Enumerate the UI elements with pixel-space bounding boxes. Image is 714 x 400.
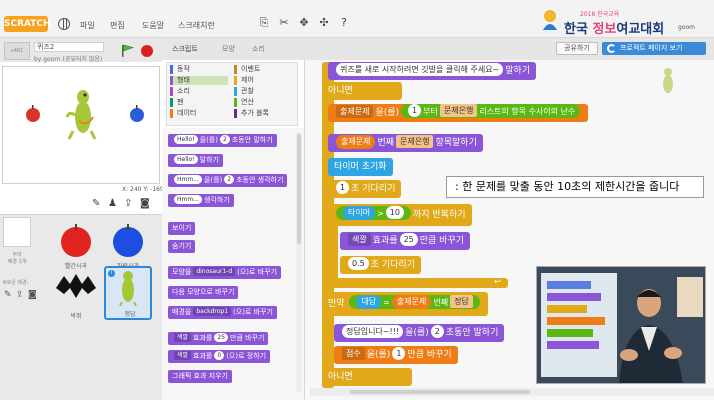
help-icon[interactable]: ? <box>338 17 350 29</box>
grow-icon[interactable]: ✥ <box>298 17 310 29</box>
version-box: v461 <box>4 42 30 60</box>
category-operators[interactable]: 연산 <box>234 98 254 107</box>
category-sound[interactable]: 소리 <box>170 87 190 96</box>
category-more-blocks[interactable]: 추가 블록 <box>234 109 269 118</box>
category-motion[interactable]: 동작 <box>170 65 190 74</box>
bat-icon <box>56 274 96 298</box>
repeat-until-block[interactable]: 타이머 >10 까지 반복하기 <box>328 204 472 226</box>
block-palette: Hello! 을(를) 2 초동안 말하기 Hello! 말하기 Hmm... 을(를) 2… <box>162 128 304 400</box>
palette-block-show[interactable]: 보이기 <box>168 222 196 235</box>
paint-sprite-icon[interactable]: ✎ <box>92 198 100 209</box>
palette-block-clear-effects[interactable]: 그래픽 효과 지우기 <box>168 370 232 383</box>
upload-sprite-icon[interactable]: ⇪ <box>124 198 132 209</box>
project-title-input[interactable]: 퀴즈2 <box>34 42 104 52</box>
category-pen[interactable]: 펜 <box>170 98 183 107</box>
banner-title: 한국 정보여교대회 <box>564 22 665 37</box>
change-score-block[interactable]: 점수 을(를) 1 만큼 바꾸기 <box>334 346 458 364</box>
see-project-page-button[interactable]: 프로젝트 페이지 보기 <box>602 42 706 55</box>
stage-thumbnail[interactable] <box>3 217 31 247</box>
palette-block-hide[interactable]: 숨기기 <box>168 240 196 253</box>
else-label-bottom: 아니면 <box>322 368 412 386</box>
mouse-coordinates: X: 240 Y: -169 <box>122 186 164 193</box>
scratch-logo[interactable]: SCRATCH <box>4 16 51 32</box>
tab-sounds[interactable]: 소리 <box>252 44 265 54</box>
duplicate-icon[interactable]: ⎘ <box>258 17 270 29</box>
upload-backdrop-icon[interactable]: ⇪ <box>16 290 24 300</box>
category-data[interactable]: 데이터 <box>170 109 196 118</box>
category-control[interactable]: 제어 <box>234 76 254 85</box>
repeat-until-foot <box>328 278 508 288</box>
green-flag-icon[interactable] <box>120 44 134 58</box>
share-button[interactable]: 공유하기 <box>556 42 598 55</box>
else-label: 아니면 <box>322 82 402 100</box>
palette-scrollbar[interactable] <box>296 132 302 392</box>
red-apple-icon <box>61 224 91 257</box>
palette-block-switch-backdrop[interactable]: 배경을 backdrop1 (으)로 바꾸기 <box>168 306 277 319</box>
shrink-icon[interactable]: ✣ <box>318 17 330 29</box>
sprite-tile-answer[interactable]: i 정답 <box>104 266 152 320</box>
script-scroll-thumb[interactable] <box>350 390 530 394</box>
palette-block-say-for-secs[interactable]: Hello! 을(를) 2 초동안 말하기 <box>168 134 277 147</box>
menu-edit[interactable]: 편집 <box>110 20 125 31</box>
sprite-name: 정답 <box>124 311 136 318</box>
palette-scroll-thumb[interactable] <box>297 134 301 244</box>
sprite-tile-bat[interactable]: 박쥐 <box>52 268 100 320</box>
reset-timer-block[interactable]: 타이머 초기화 <box>328 158 393 176</box>
stop-sign-icon[interactable] <box>141 45 153 57</box>
script-area-scrollbar[interactable] <box>310 388 714 396</box>
sprite-name: 박쥐 <box>70 313 82 320</box>
stage-scene <box>26 90 144 140</box>
palette-block-say[interactable]: Hello! 말하기 <box>168 154 223 167</box>
palette-block-think[interactable]: Hmm... 생각하기 <box>168 194 234 207</box>
menu-file[interactable]: 파일 <box>80 20 95 31</box>
palette-block-next-costume[interactable]: 다음 모양으로 바꾸기 <box>168 286 239 299</box>
category-looks[interactable]: 형태 <box>170 76 228 85</box>
language-globe-icon[interactable] <box>58 18 70 30</box>
change-effect-block[interactable]: 색깔 효과를 25 만큼 바꾸기 <box>340 232 471 250</box>
project-owner: by goorn (공유되지 않음) <box>34 56 103 63</box>
blue-apple-icon <box>113 224 143 257</box>
presenter-webcam-overlay <box>536 266 706 384</box>
palette-block-switch-costume[interactable]: 모양을 dinosaur1-d (으)로 바꾸기 <box>168 266 282 279</box>
wait-block[interactable]: 1초 기다리기 <box>328 180 402 198</box>
if-block[interactable]: 만약 대답 = 출제문제 번째 정답 <box>322 292 488 316</box>
sprite-tile-blue-apple[interactable]: 파란사과 <box>104 220 152 270</box>
say-block[interactable]: 퀴즈를 새로 시작하려면 깃발을 클릭해 주세요~ 말하기 <box>328 62 537 80</box>
user-label[interactable]: goom <box>678 24 695 31</box>
sprite-tile-red-apple[interactable]: 빨간사과 <box>52 220 100 270</box>
loop-arrow-icon: ↩ <box>494 277 501 286</box>
sprite-tools: ✎ ♟ ⇪ ◙ <box>88 198 158 212</box>
stage-label: 무대 배경 1개 <box>7 252 27 265</box>
info-icon[interactable]: i <box>108 270 115 277</box>
banner-subtitle: 2018 한국교육 <box>580 11 620 18</box>
wait-half-second-block[interactable]: 0.5 초 기다리기 <box>340 256 421 274</box>
paint-backdrop-icon[interactable]: ✎ <box>4 290 12 300</box>
presenter-video <box>537 267 705 383</box>
tab-scripts[interactable]: 스크립트 <box>172 44 198 54</box>
category-sensing[interactable]: 관찰 <box>234 87 254 96</box>
stage-canvas[interactable] <box>2 66 160 184</box>
conference-emblem-icon <box>543 10 557 30</box>
palette-block-change-effect[interactable]: 색깔 효과를 25 만큼 바꾸기 <box>168 332 269 345</box>
backdrop-camera-icon[interactable]: ◙ <box>28 290 37 300</box>
project-page-icon <box>607 44 616 53</box>
see-project-page-label: 프로젝트 페이지 보기 <box>620 44 683 52</box>
category-events[interactable]: 이벤트 <box>234 65 260 74</box>
palette-block-set-effect[interactable]: 색깔 효과를 0 (으)로 정하기 <box>168 350 271 363</box>
delete-scissors-icon[interactable]: ✂ <box>278 17 290 29</box>
set-variable-block[interactable]: 출제문제 을(를) 1 부터 문제은행 리스트의 항목 수사이의 난수 <box>328 104 589 122</box>
choose-sprite-icon[interactable]: ♟ <box>108 198 117 209</box>
tab-costumes[interactable]: 모양 <box>222 44 235 54</box>
menu-about-scratch[interactable]: 스크래치란 <box>178 20 215 31</box>
palette-block-think-for-secs[interactable]: Hmm... 을(를) 2 초동안 생각하기 <box>168 174 288 187</box>
say-correct-block[interactable]: 정답입니다~!!! 을(를) 2 초동안 말하기 <box>334 324 505 342</box>
new-backdrop-label: 새로운 배경: <box>2 280 29 286</box>
menu-help[interactable]: 도움말 <box>142 20 164 31</box>
say-question-block[interactable]: 출제문제 번째 문제은행 항목말하기 <box>328 134 483 152</box>
annotation-callout: : 한 문제를 맞출 동안 10초의 제한시간을 줍니다 <box>446 176 704 198</box>
current-sprite-thumbnail <box>663 68 673 93</box>
camera-icon[interactable]: ◙ <box>140 198 150 209</box>
